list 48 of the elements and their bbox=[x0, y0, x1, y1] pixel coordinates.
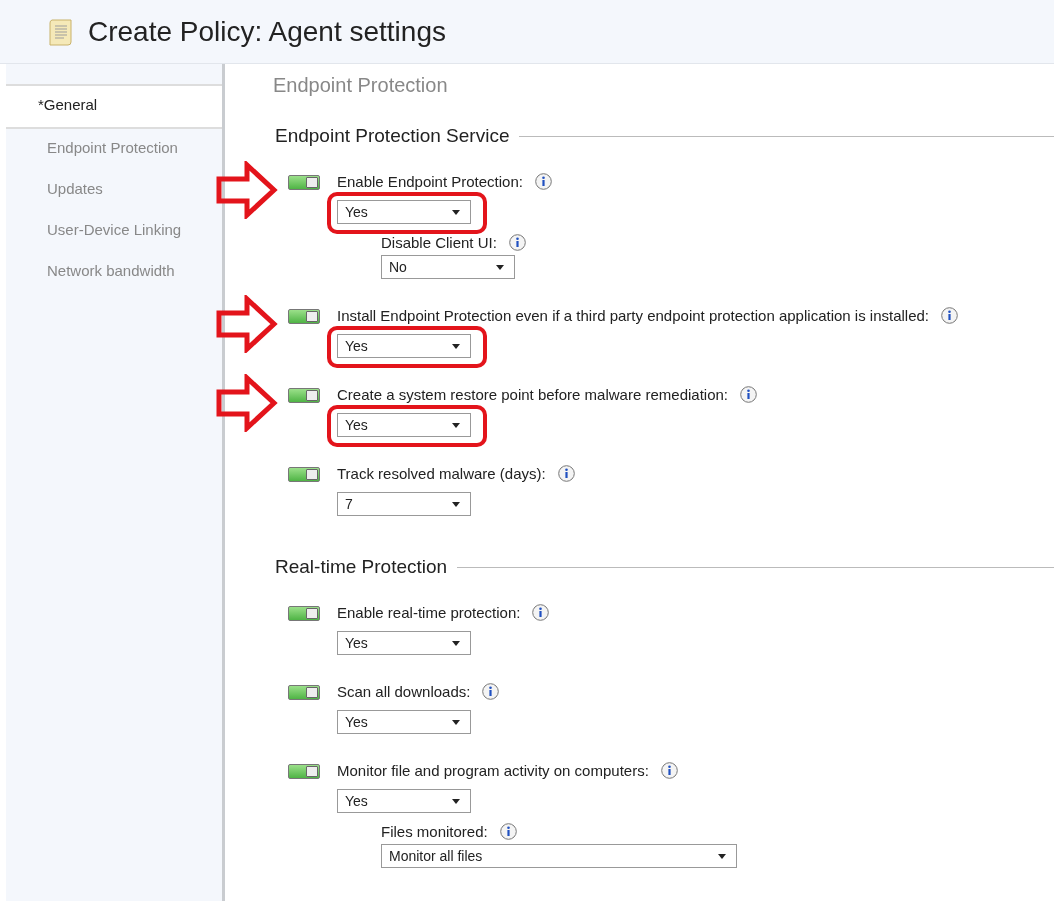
info-icon[interactable] bbox=[499, 823, 517, 840]
caret-icon bbox=[496, 264, 504, 270]
setting-label: Files monitored: bbox=[381, 823, 488, 840]
dropdown[interactable]: Yes bbox=[337, 413, 471, 437]
caret-icon bbox=[452, 209, 460, 215]
caret-icon bbox=[452, 501, 460, 507]
caret-icon bbox=[452, 422, 460, 428]
info-icon[interactable] bbox=[534, 173, 552, 190]
setting-label: Disable Client UI: bbox=[381, 234, 497, 251]
setting-label: Monitor file and program activity on computers: bbox=[337, 762, 649, 779]
dropdown[interactable]: Yes bbox=[337, 334, 471, 358]
info-icon[interactable] bbox=[660, 762, 678, 779]
caret-icon bbox=[452, 640, 460, 646]
toggle-switch[interactable] bbox=[288, 685, 320, 700]
toggle-switch[interactable] bbox=[288, 764, 320, 779]
toggle-switch[interactable] bbox=[288, 606, 320, 621]
caret-icon bbox=[452, 798, 460, 804]
toggle-switch[interactable] bbox=[288, 309, 320, 324]
section-title: Endpoint Protection Service bbox=[275, 125, 510, 147]
dropdown[interactable]: Yes bbox=[337, 710, 471, 734]
info-icon[interactable] bbox=[557, 465, 575, 482]
page-heading: Endpoint Protection bbox=[273, 74, 449, 97]
toggle-switch[interactable] bbox=[288, 175, 320, 190]
setting-label: Scan all downloads: bbox=[337, 683, 471, 700]
dropdown[interactable]: 7 bbox=[337, 492, 471, 516]
dropdown[interactable]: Monitor all files bbox=[381, 844, 737, 868]
toggle-switch[interactable] bbox=[288, 388, 320, 403]
caret-icon bbox=[452, 719, 460, 725]
info-icon[interactable] bbox=[508, 234, 526, 251]
sidebar-item[interactable]: *General bbox=[6, 84, 222, 129]
setting-label: Create a system restore point before malware remediation: bbox=[337, 386, 728, 403]
dropdown[interactable]: Yes bbox=[337, 789, 471, 813]
window-title: Create Policy: Agent settings bbox=[88, 15, 446, 48]
toggle-switch[interactable] bbox=[288, 467, 320, 482]
info-icon[interactable] bbox=[941, 307, 959, 324]
setting-label: Enable Endpoint Protection: bbox=[337, 173, 523, 190]
dropdown[interactable]: Yes bbox=[337, 200, 471, 224]
setting-label: Track resolved malware (days): bbox=[337, 465, 546, 482]
dropdown[interactable]: No bbox=[381, 255, 515, 279]
setting-label: Enable real-time protection: bbox=[337, 604, 521, 621]
info-icon[interactable] bbox=[482, 683, 500, 700]
info-icon[interactable] bbox=[532, 604, 550, 621]
info-icon[interactable] bbox=[740, 386, 757, 403]
caret-icon bbox=[452, 343, 460, 349]
section-title: Real-time Protection bbox=[275, 556, 448, 578]
caret-icon bbox=[718, 853, 726, 859]
dropdown[interactable]: Yes bbox=[337, 631, 471, 655]
setting-label: Install Endpoint Protection even if a third party endpoint protection application is installed: bbox=[337, 307, 930, 324]
